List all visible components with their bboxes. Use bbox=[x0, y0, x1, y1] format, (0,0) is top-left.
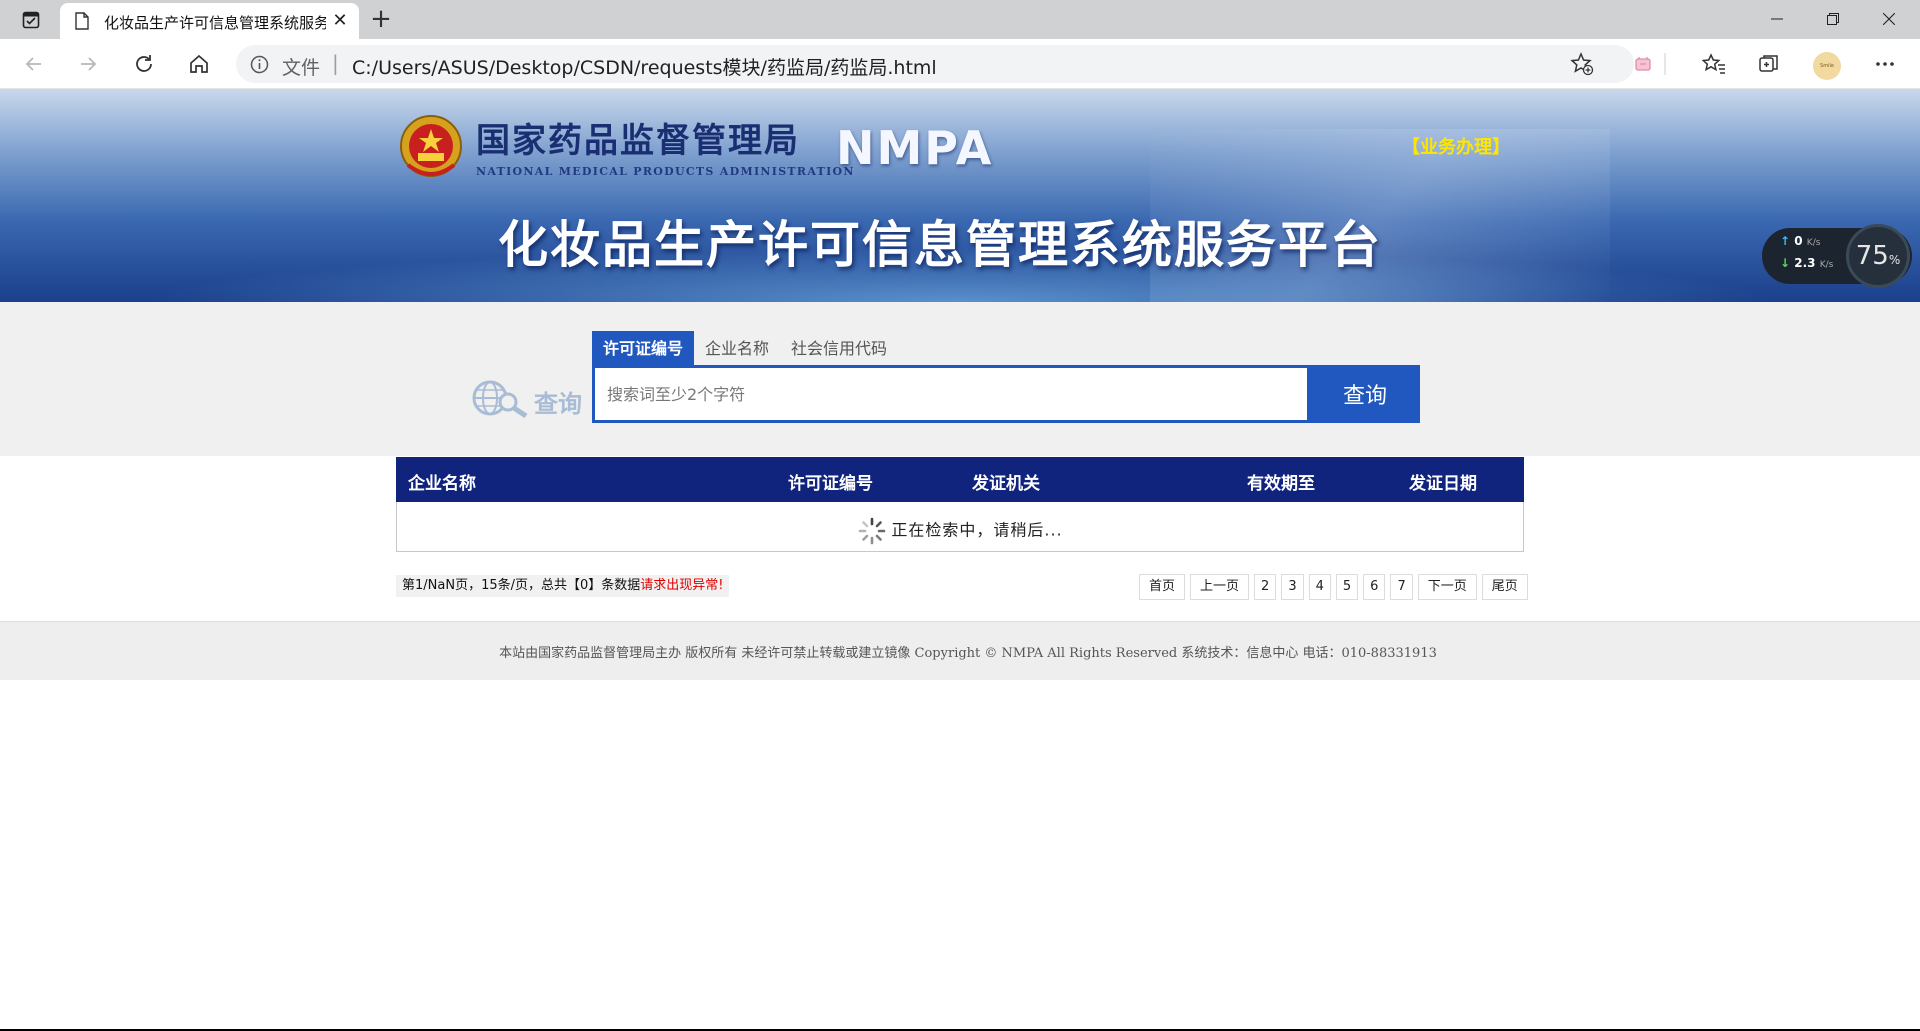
tab-actions-button[interactable] bbox=[14, 8, 48, 32]
network-speed-widget[interactable]: ↑ 0 K/s ↓ 2.3 K/s 75% bbox=[1762, 224, 1912, 288]
search-box bbox=[592, 365, 1310, 423]
add-favorite-icon[interactable] bbox=[1570, 52, 1594, 76]
page-button-5[interactable]: 5 bbox=[1335, 574, 1359, 600]
national-emblem-icon bbox=[400, 115, 462, 177]
new-tab-button[interactable]: + bbox=[367, 6, 395, 34]
favorites-button[interactable] bbox=[1698, 48, 1730, 80]
results-table: 企业名称 许可证编号 发证机关 有效期至 发证日期 正在检索中，请稍后... bbox=[396, 457, 1524, 552]
column-valid-until: 有效期至 bbox=[1247, 474, 1315, 494]
collections-button[interactable] bbox=[1753, 48, 1785, 80]
reload-button[interactable] bbox=[128, 48, 160, 80]
tab-close-button[interactable]: ✕ bbox=[329, 10, 351, 32]
agency-name-cn: 国家药品监督管理局 bbox=[476, 121, 800, 161]
reload-icon bbox=[136, 55, 152, 72]
address-scheme: 文件 bbox=[282, 57, 321, 79]
last-page-button[interactable]: 尾页 bbox=[1481, 574, 1528, 600]
more-menu-button[interactable] bbox=[1869, 48, 1901, 80]
browser-tab-strip: 化妆品生产许可信息管理系统服务平台 ✕ + bbox=[0, 0, 1920, 39]
back-button[interactable] bbox=[18, 48, 50, 80]
arrow-left-icon bbox=[25, 57, 41, 71]
search-logo: 查询 bbox=[470, 378, 590, 419]
page-button-7[interactable]: 7 bbox=[1390, 574, 1413, 600]
search-tabs: 许可证编号 企业名称 社会信用代码 bbox=[592, 331, 898, 367]
profile-avatar[interactable]: Smile Lover bbox=[1813, 52, 1841, 80]
download-speed-value: 2.3 bbox=[1794, 256, 1816, 270]
address-bar[interactable]: 文件 | C:/Users/ASUS/Desktop/CSDN/requests… bbox=[236, 45, 1634, 83]
window-restore-button[interactable] bbox=[1810, 4, 1856, 34]
tab-credit-code[interactable]: 社会信用代码 bbox=[780, 331, 898, 366]
plus-icon: + bbox=[370, 4, 392, 34]
download-speed-unit: K/s bbox=[1819, 260, 1834, 270]
info-icon[interactable] bbox=[250, 55, 269, 74]
window-close-button[interactable] bbox=[1866, 4, 1912, 34]
column-company-name: 企业名称 bbox=[408, 474, 476, 494]
site-footer: 本站由国家药品监督管理局主办 版权所有 未经许可禁止转载或建立镜像 Copyri… bbox=[0, 621, 1920, 680]
extension-button[interactable] bbox=[1627, 48, 1659, 80]
column-issuing-authority: 发证机关 bbox=[972, 474, 1040, 494]
column-issue-date: 发证日期 bbox=[1409, 474, 1477, 494]
business-link[interactable]: 【业务办理】 bbox=[1402, 133, 1510, 159]
memory-usage-percent: 75% bbox=[1855, 241, 1901, 271]
collections-icon bbox=[1759, 55, 1778, 72]
loading-text: 正在检索中，请稍后... bbox=[891, 520, 1063, 540]
tab-actions-icon bbox=[22, 11, 40, 29]
more-icon bbox=[1876, 62, 1894, 66]
upload-speed: ↑ 0 K/s bbox=[1780, 234, 1820, 248]
document-icon bbox=[75, 12, 89, 30]
page-button-3[interactable]: 3 bbox=[1281, 574, 1304, 600]
memory-usage-ring: 75% bbox=[1846, 224, 1910, 288]
browser-tab[interactable]: 化妆品生产许可信息管理系统服务平台 ✕ bbox=[60, 3, 359, 39]
extension-icon bbox=[1635, 57, 1651, 71]
pager-summary: 第1/NaN页，15条/页，总共【0】条数据 bbox=[402, 578, 641, 593]
next-page-button[interactable]: 下一页 bbox=[1417, 574, 1477, 600]
arrow-right-icon bbox=[81, 57, 97, 71]
search-input[interactable] bbox=[595, 368, 1307, 420]
home-icon bbox=[190, 54, 208, 73]
restore-icon bbox=[1827, 13, 1839, 25]
loading-spinner-icon bbox=[859, 517, 886, 545]
arrow-down-icon: ↓ bbox=[1780, 256, 1791, 270]
tab-title: 化妆品生产许可信息管理系统服务平台 bbox=[104, 14, 326, 32]
loading-indicator: 正在检索中，请稍后... bbox=[397, 516, 1523, 546]
page-button-4[interactable]: 4 bbox=[1308, 574, 1331, 600]
column-license-number: 许可证编号 bbox=[788, 474, 873, 494]
browser-toolbar: 文件 | C:/Users/ASUS/Desktop/CSDN/requests… bbox=[0, 39, 1920, 89]
tab-license-number[interactable]: 许可证编号 bbox=[592, 331, 695, 366]
close-icon: ✕ bbox=[332, 10, 348, 31]
forward-button[interactable] bbox=[72, 48, 104, 80]
page-button-2[interactable]: 2 bbox=[1254, 574, 1277, 600]
tab-company-name[interactable]: 企业名称 bbox=[694, 331, 780, 366]
pager-error: 请求出现异常! bbox=[640, 578, 724, 593]
footer-text: 本站由国家药品监督管理局主办 版权所有 未经许可禁止转载或建立镜像 Copyri… bbox=[499, 646, 1437, 661]
page-button-6[interactable]: 6 bbox=[1363, 574, 1386, 600]
arrow-up-icon: ↑ bbox=[1780, 234, 1791, 248]
pager-info: 第1/NaN页，15条/页，总共【0】条数据请求出现异常! bbox=[396, 575, 730, 597]
upload-speed-unit: K/s bbox=[1806, 238, 1821, 248]
results-table-body: 正在检索中，请稍后... bbox=[396, 502, 1524, 552]
upload-speed-value: 0 bbox=[1794, 234, 1803, 248]
search-logo-text: 查询 bbox=[534, 390, 582, 418]
search-area: 查询 许可证编号 企业名称 社会信用代码 查询 bbox=[0, 302, 1920, 456]
results-table-header: 企业名称 许可证编号 发证机关 有效期至 发证日期 bbox=[396, 457, 1524, 502]
favorites-list-icon bbox=[1702, 53, 1725, 74]
pagination: 首页 上一页 2 3 4 5 6 7 下一页 尾页 bbox=[1134, 574, 1528, 600]
window-minimize-button[interactable] bbox=[1754, 4, 1800, 34]
site-banner: 国家药品监督管理局 NATIONAL MEDICAL PRODUCTS ADMI… bbox=[0, 89, 1920, 302]
agency-abbreviation: NMPA bbox=[836, 121, 994, 175]
globe-search-icon bbox=[472, 380, 528, 419]
agency-name-en: NATIONAL MEDICAL PRODUCTS ADMINISTRATION bbox=[476, 165, 855, 178]
minimize-icon bbox=[1771, 18, 1783, 20]
address-url[interactable]: C:/Users/ASUS/Desktop/CSDN/requests模块/药监… bbox=[352, 53, 937, 80]
search-button[interactable]: 查询 bbox=[1310, 365, 1420, 423]
close-icon bbox=[1883, 13, 1895, 25]
toolbar-divider bbox=[1660, 48, 1670, 80]
first-page-button[interactable]: 首页 bbox=[1139, 574, 1186, 600]
platform-title: 化妆品生产许可信息管理系统服务平台 bbox=[498, 216, 1382, 274]
prev-page-button[interactable]: 上一页 bbox=[1190, 574, 1250, 600]
home-button[interactable] bbox=[183, 48, 215, 80]
address-separator: | bbox=[332, 51, 339, 75]
download-speed: ↓ 2.3 K/s bbox=[1780, 256, 1833, 270]
